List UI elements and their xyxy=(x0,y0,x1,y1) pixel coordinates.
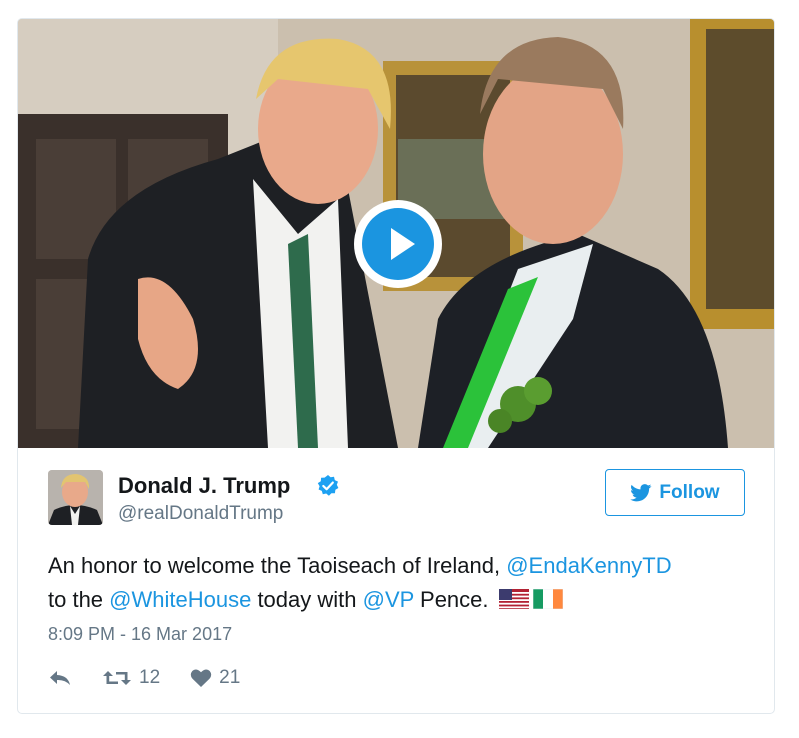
play-icon xyxy=(362,208,434,280)
profile-photo xyxy=(48,470,103,525)
follow-label: Follow xyxy=(659,481,720,503)
twitter-bird-icon xyxy=(630,483,652,501)
mention-link[interactable]: @VP xyxy=(363,587,414,612)
retweet-button[interactable]: 12 xyxy=(102,667,160,689)
heart-icon xyxy=(190,669,212,687)
tweet-text: An honor to welcome the Taoiseach of Ire… xyxy=(48,549,748,617)
reply-button[interactable] xyxy=(48,669,72,687)
tweet-actions: 12 21 xyxy=(48,665,240,691)
retweet-count: 12 xyxy=(139,667,161,688)
follow-button[interactable]: Follow xyxy=(605,469,745,516)
verified-badge-icon xyxy=(317,475,339,496)
tweet-text-segment: An honor to welcome the Taoiseach of Ire… xyxy=(48,553,507,578)
reply-icon xyxy=(50,671,70,685)
play-button[interactable] xyxy=(354,200,442,288)
tweet-text-segment: Pence. xyxy=(413,587,495,612)
like-button[interactable]: 21 xyxy=(190,667,240,689)
mention-link[interactable]: @WhiteHouse xyxy=(109,587,251,612)
mention-link[interactable]: @EndaKennyTD xyxy=(506,553,671,578)
flag-us-emoji xyxy=(498,589,529,609)
retweet-icon xyxy=(103,671,131,685)
avatar[interactable] xyxy=(48,470,103,525)
author-handle[interactable]: @realDonaldTrump xyxy=(118,503,283,525)
video-thumbnail[interactable] xyxy=(18,19,774,448)
tweet-text-segment: to the xyxy=(48,587,110,612)
author-name[interactable]: Donald J. Trump xyxy=(118,473,290,499)
tweet-timestamp[interactable]: 8:09 PM - 16 Mar 2017 xyxy=(48,624,232,645)
embedded-tweet-card: Donald J. Trump @realDonaldTrump Follow … xyxy=(17,18,775,714)
tweet-text-segment: today with xyxy=(251,587,363,612)
like-count: 21 xyxy=(219,667,241,688)
flag-ireland-emoji xyxy=(532,589,563,609)
